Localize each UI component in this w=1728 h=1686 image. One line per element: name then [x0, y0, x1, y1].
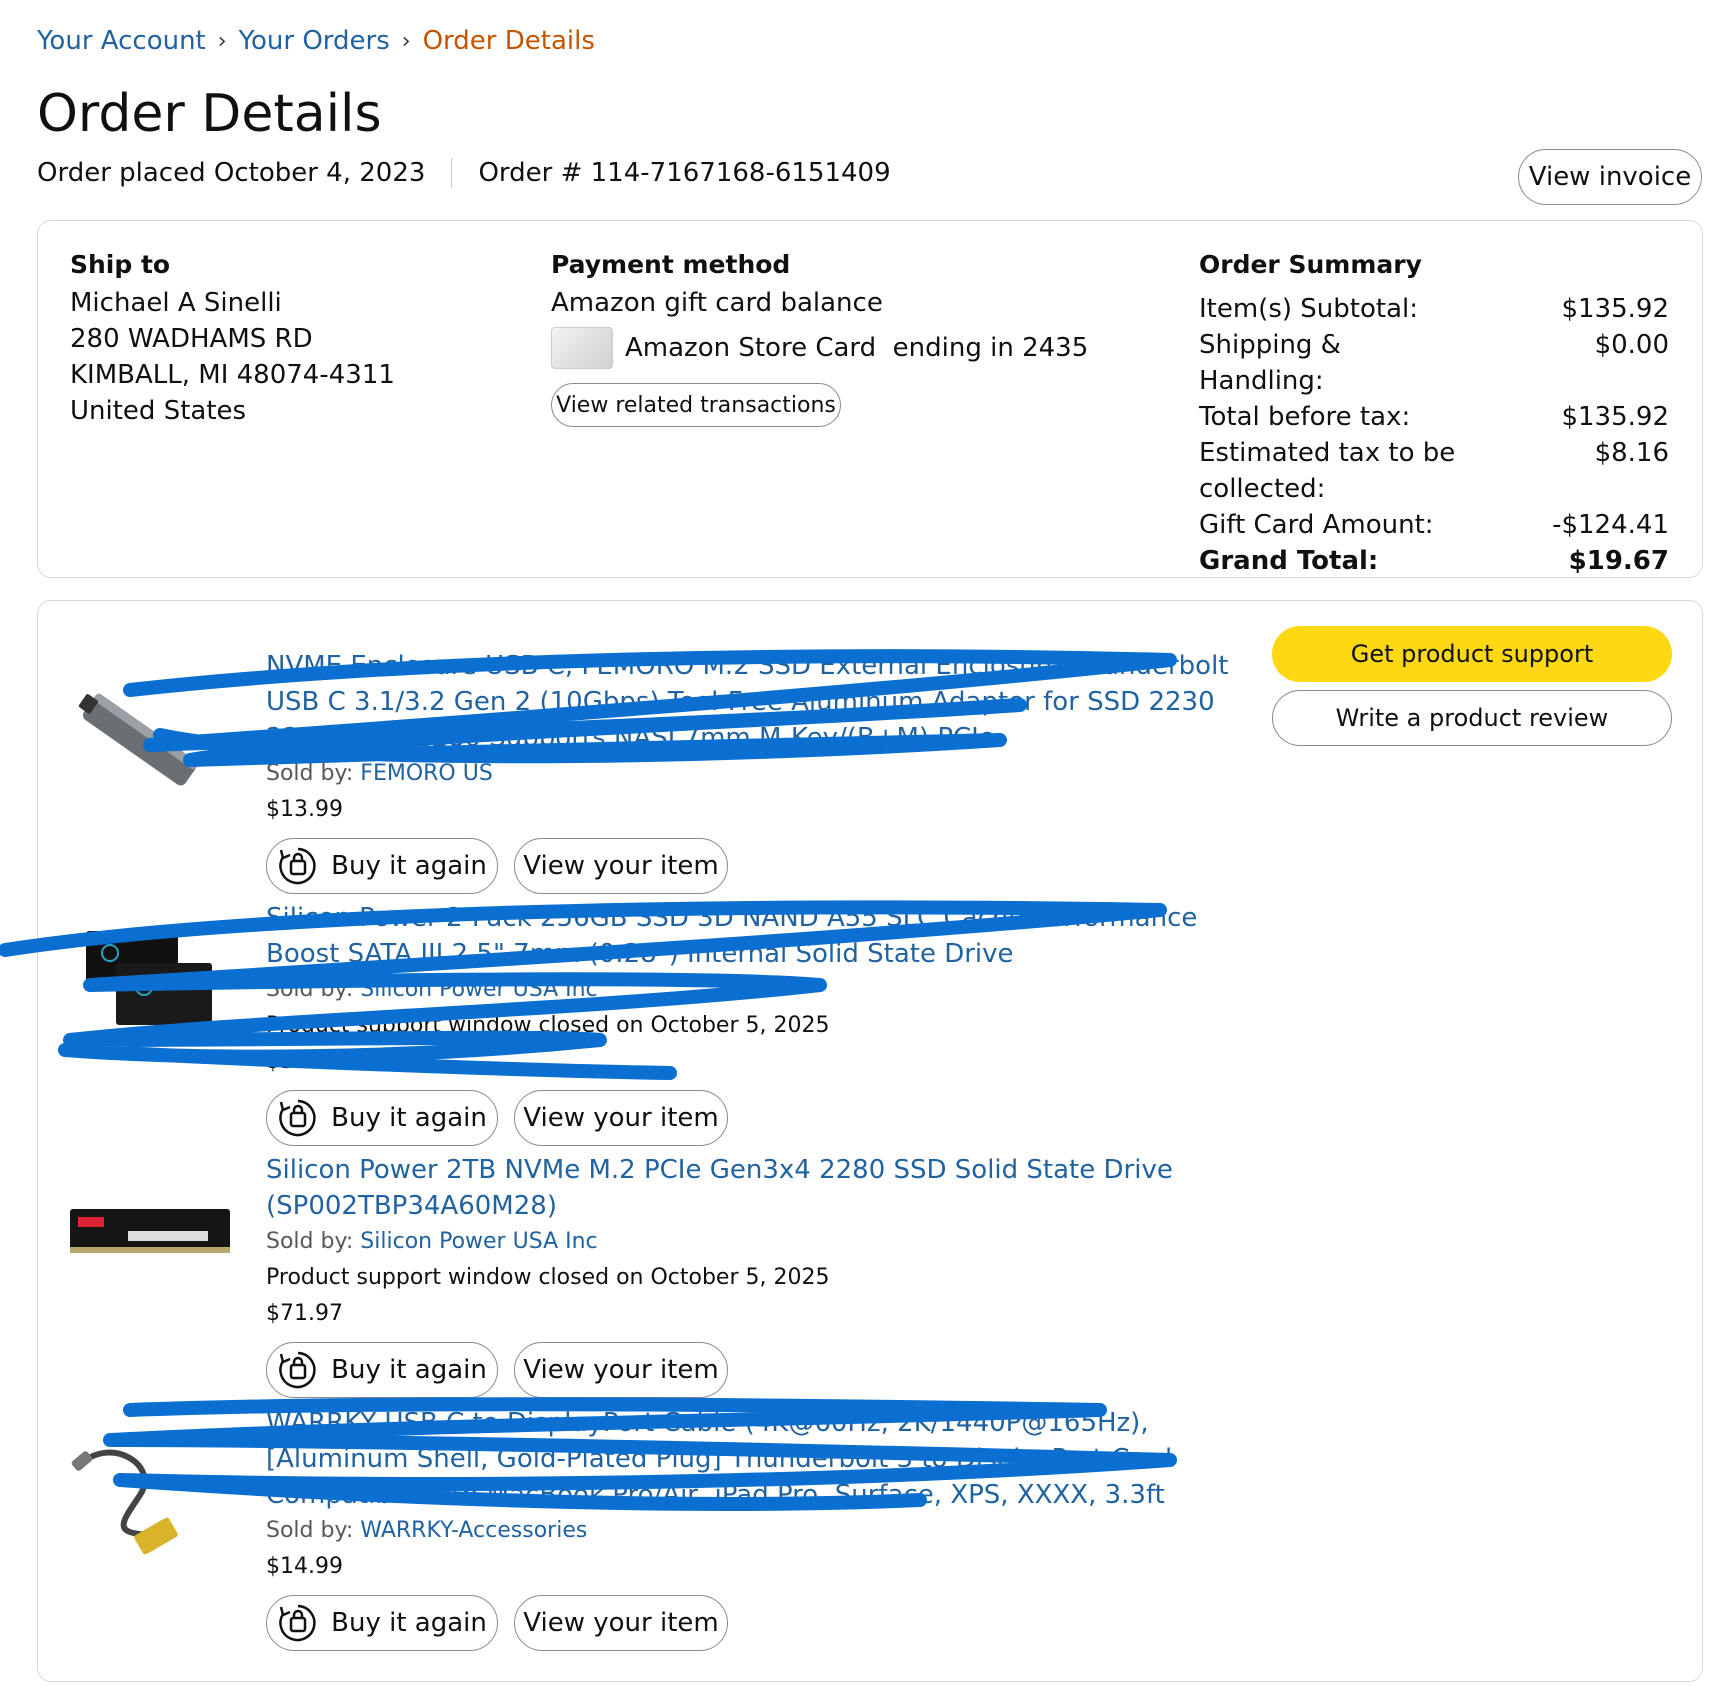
- summary-row: Total before tax: $135.92: [1199, 399, 1669, 435]
- breadcrumb-your-orders[interactable]: Your Orders: [239, 26, 390, 56]
- breadcrumb-your-account[interactable]: Your Account: [37, 26, 206, 56]
- summary-label: Total before tax:: [1199, 402, 1411, 432]
- view-your-item-button[interactable]: View your item: [514, 1090, 728, 1146]
- payment-card-text: Amazon Store Card ending in 2435: [625, 333, 1089, 363]
- summary-value: $135.92: [1561, 402, 1669, 432]
- order-number: Order # 114-7167168-6151409: [478, 158, 891, 188]
- item-sold-by: Sold by: Silicon Power USA Inc: [266, 1224, 1246, 1260]
- seller-link[interactable]: Silicon Power USA Inc: [360, 1229, 597, 1254]
- order-meta: Order placed October 4, 2023 Order # 114…: [37, 158, 891, 188]
- summary-grand-total-row: Grand Total: $19.67: [1199, 543, 1669, 579]
- item-title-link[interactable]: WARRKY USB C to DisplayPort Cable (4K@60…: [266, 1405, 1246, 1513]
- sata-ssd-product-image[interactable]: [80, 925, 220, 1035]
- ship-to-street: 280 WADHAMS RD: [70, 324, 313, 354]
- payment-gift-card: Amazon gift card balance: [551, 288, 883, 318]
- item-title-link[interactable]: Silicon Power 2-Pack 256GB SSD 3D NAND A…: [266, 900, 1246, 972]
- seller-link[interactable]: FEMORO US: [360, 761, 493, 786]
- meta-divider: [451, 158, 453, 188]
- summary-label: Item(s) Subtotal:: [1199, 294, 1418, 324]
- item-sold-by: Sold by: Silicon Power USA Inc: [266, 972, 1246, 1008]
- summary-row: Gift Card Amount: -$124.41: [1199, 507, 1669, 543]
- summary-value: $0.00: [1594, 330, 1669, 360]
- summary-value: -$124.41: [1552, 510, 1669, 540]
- view-your-item-button[interactable]: View your item: [514, 838, 728, 894]
- grand-total-value: $19.67: [1568, 546, 1669, 576]
- view-your-item-button[interactable]: View your item: [514, 1595, 728, 1651]
- summary-heading: Order Summary: [1199, 250, 1422, 279]
- view-related-transactions-button[interactable]: View related transactions: [551, 383, 841, 427]
- buy-again-icon: [279, 1351, 316, 1389]
- buy-it-again-button[interactable]: Buy it again: [266, 1595, 498, 1651]
- item-title-link[interactable]: NVME Enclosure USB C, FEMORO M.2 SSD Ext…: [266, 648, 1246, 756]
- item-actions: Buy it again View your item: [266, 1342, 1246, 1398]
- summary-row: Shipping & Handling: $0.00: [1199, 327, 1669, 399]
- buy-it-again-button[interactable]: Buy it again: [266, 1342, 498, 1398]
- breadcrumb-separator: ›: [401, 28, 411, 54]
- sold-by-label: Sold by:: [266, 977, 361, 1002]
- order-item: Silicon Power 2-Pack 256GB SSD 3D NAND A…: [266, 900, 1246, 1146]
- breadcrumb-separator: ›: [217, 28, 227, 54]
- buy-it-again-button[interactable]: Buy it again: [266, 1090, 498, 1146]
- seller-link[interactable]: WARRKY-Accessories: [360, 1518, 587, 1543]
- summary-value: $135.92: [1561, 294, 1669, 324]
- ship-to-section: Ship to Michael A Sinelli 280 WADHAMS RD…: [70, 250, 395, 429]
- breadcrumb: Your Account › Your Orders › Order Detai…: [37, 26, 595, 56]
- buy-it-again-label: Buy it again: [331, 1103, 487, 1133]
- item-price: $34.97: [266, 1049, 343, 1074]
- displayport-cable-product-image[interactable]: [70, 1425, 210, 1555]
- summary-value: $8.16: [1594, 438, 1669, 468]
- write-product-review-button[interactable]: Write a product review: [1272, 690, 1672, 746]
- item-title-link[interactable]: Silicon Power 2TB NVMe M.2 PCIe Gen3x4 2…: [266, 1152, 1246, 1224]
- sold-by-label: Sold by:: [266, 761, 361, 786]
- enclosure-product-image[interactable]: [70, 680, 210, 800]
- item-actions: Buy it again View your item: [266, 1595, 1246, 1651]
- ship-to-country: United States: [70, 396, 247, 426]
- item-actions: Buy it again View your item: [266, 838, 1246, 894]
- sold-by-label: Sold by:: [266, 1229, 361, 1254]
- order-item: Silicon Power 2TB NVMe M.2 PCIe Gen3x4 2…: [266, 1152, 1246, 1398]
- item-support-note: Product support window closed on October…: [266, 1265, 830, 1290]
- buy-again-icon: [279, 1604, 316, 1642]
- store-card-icon: [551, 327, 613, 369]
- item-sold-by: Sold by: FEMORO US: [266, 756, 1246, 792]
- view-your-item-button[interactable]: View your item: [514, 1342, 728, 1398]
- ship-to-address: Michael A Sinelli 280 WADHAMS RD KIMBALL…: [70, 285, 395, 429]
- item-support-note: Product support window closed on October…: [266, 1013, 830, 1038]
- payment-method-section: Payment method Amazon gift card balance …: [551, 250, 1088, 427]
- nvme-ssd-product-image[interactable]: [68, 1205, 236, 1261]
- summary-label: Estimated tax to be collected:: [1199, 438, 1456, 504]
- ship-to-name: Michael A Sinelli: [70, 288, 282, 318]
- payment-heading: Payment method: [551, 250, 791, 279]
- breadcrumb-current: Order Details: [422, 26, 595, 56]
- summary-label: Shipping & Handling:: [1199, 330, 1341, 396]
- buy-it-again-label: Buy it again: [331, 1608, 487, 1638]
- grand-total-label: Grand Total:: [1199, 546, 1379, 576]
- order-item: WARRKY USB C to DisplayPort Cable (4K@60…: [266, 1405, 1246, 1651]
- order-placed-date: Order placed October 4, 2023: [37, 158, 426, 188]
- ship-to-city: KIMBALL, MI 48074-4311: [70, 360, 395, 390]
- view-invoice-button[interactable]: View invoice: [1518, 149, 1702, 205]
- payment-card-row: Amazon Store Card ending in 2435: [551, 327, 1088, 369]
- ship-to-heading: Ship to: [70, 250, 171, 279]
- buy-it-again-button[interactable]: Buy it again: [266, 838, 498, 894]
- get-product-support-button[interactable]: Get product support: [1272, 626, 1672, 682]
- buy-it-again-label: Buy it again: [331, 851, 487, 881]
- buy-again-icon: [279, 1099, 316, 1137]
- seller-link[interactable]: Silicon Power USA Inc: [360, 977, 597, 1002]
- summary-row: Item(s) Subtotal: $135.92: [1199, 291, 1669, 327]
- order-summary-section: Order Summary Item(s) Subtotal: $135.92 …: [1199, 250, 1669, 579]
- order-item: NVME Enclosure USB C, FEMORO M.2 SSD Ext…: [266, 648, 1246, 894]
- page-title: Order Details: [37, 84, 382, 144]
- summary-label: Gift Card Amount:: [1199, 510, 1434, 540]
- item-price: $13.99: [266, 797, 343, 822]
- buy-again-icon: [279, 847, 316, 885]
- item-price: $71.97: [266, 1301, 343, 1326]
- item-actions: Buy it again View your item: [266, 1090, 1246, 1146]
- sold-by-label: Sold by:: [266, 1518, 361, 1543]
- item-sold-by: Sold by: WARRKY-Accessories: [266, 1513, 1246, 1549]
- summary-row: Estimated tax to be collected: $8.16: [1199, 435, 1669, 507]
- item-price: $14.99: [266, 1554, 343, 1579]
- buy-it-again-label: Buy it again: [331, 1355, 487, 1385]
